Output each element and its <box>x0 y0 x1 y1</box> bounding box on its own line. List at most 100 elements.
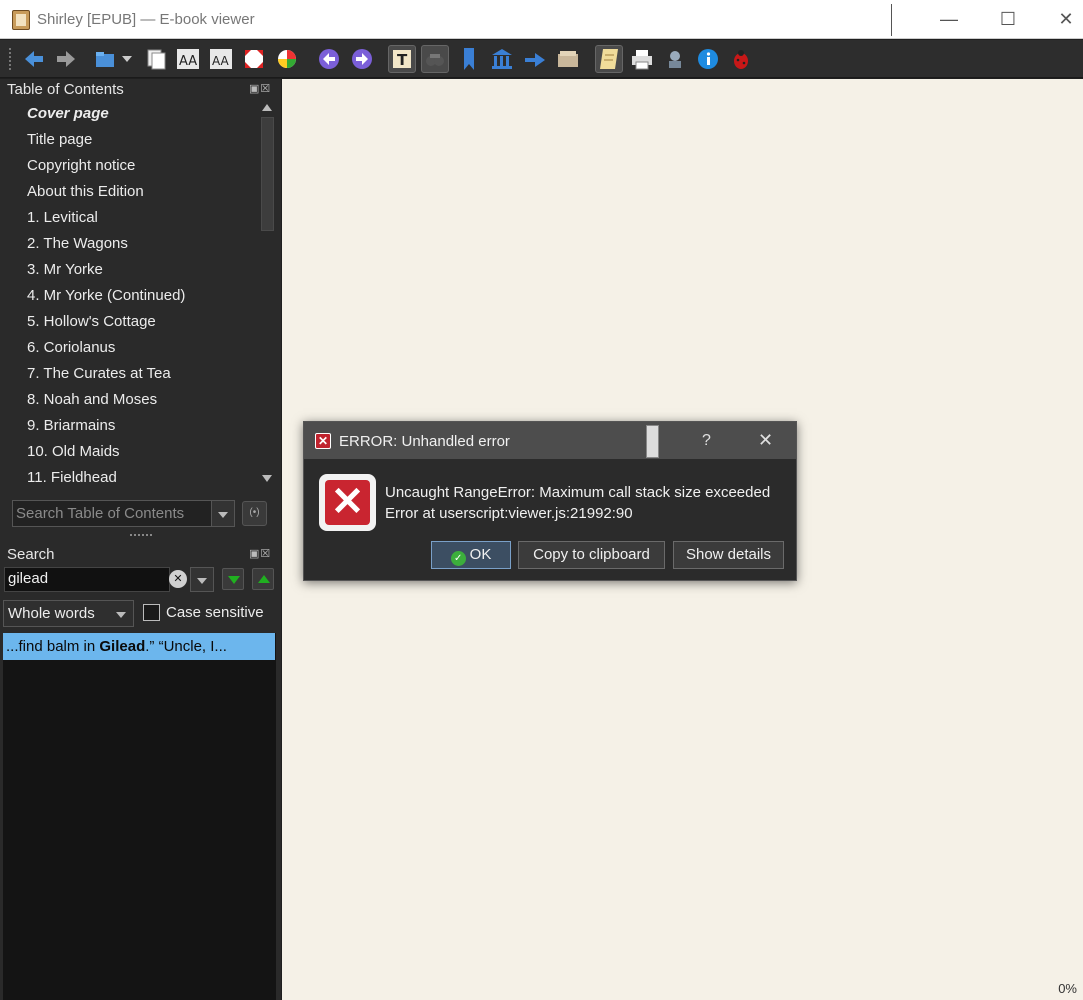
info-icon <box>698 49 718 69</box>
dialog-title-bar: ✕ ERROR: Unhandled error ? ✕ <box>304 422 796 459</box>
find-previous-button[interactable] <box>252 568 274 590</box>
open-icon <box>96 52 114 67</box>
metadata-button[interactable] <box>554 45 582 73</box>
toc-item[interactable]: About this Edition <box>27 183 144 200</box>
font-smaller-button[interactable]: AA <box>207 45 235 73</box>
pane-splitter[interactable] <box>130 534 152 538</box>
toc-pane-controls[interactable]: ▣☒ <box>249 82 271 96</box>
case-sensitive-label[interactable]: Case sensitive <box>166 604 264 621</box>
copy-icon <box>147 49 166 70</box>
toc-item[interactable]: Copyright notice <box>27 157 135 174</box>
help-button[interactable]: ? <box>702 432 711 450</box>
lookup-icon <box>525 53 545 67</box>
toc-item[interactable]: 5. Hollow's Cottage <box>27 313 156 330</box>
scroll-thumb[interactable] <box>261 117 274 231</box>
case-sensitive-checkbox[interactable] <box>143 604 160 621</box>
back-button[interactable] <box>20 45 48 73</box>
settings-icon <box>669 51 681 68</box>
toc-search-input[interactable]: Search Table of Contents <box>12 500 222 527</box>
forward-button[interactable] <box>52 45 80 73</box>
previous-page-button[interactable] <box>315 45 343 73</box>
preferences-button[interactable] <box>273 45 301 73</box>
debug-button[interactable] <box>727 45 755 73</box>
dialog-close-button[interactable]: ✕ <box>758 430 773 451</box>
font-larger-button[interactable]: AA <box>174 45 202 73</box>
toc-item[interactable]: 6. Coriolanus <box>27 339 115 356</box>
fullscreen-icon <box>245 50 263 68</box>
toc-search-dropdown[interactable] <box>211 500 235 527</box>
toc-item[interactable]: 11. Fieldhead <box>27 469 117 486</box>
error-dialog: ✕ ERROR: Unhandled error ? ✕ ✕ Uncaught … <box>303 421 797 581</box>
toc-item[interactable]: 3. Mr Yorke <box>27 261 103 278</box>
text-cursor-icon <box>891 4 903 36</box>
scroll-down-icon[interactable] <box>262 475 272 482</box>
toc-item[interactable]: 1. Levitical <box>27 209 98 226</box>
result-prefix: ...find balm in <box>6 638 100 655</box>
window-title: Shirley [EPUB] — E-book viewer <box>37 11 255 28</box>
maximize-button[interactable]: ☐ <box>979 0 1037 39</box>
print-button[interactable] <box>628 45 656 73</box>
info-button[interactable] <box>694 45 722 73</box>
search-pane-controls[interactable]: ▣☒ <box>249 547 271 561</box>
lookup-button[interactable] <box>521 45 549 73</box>
toc-item[interactable]: 10. Old Maids <box>27 443 120 460</box>
result-match: Gilead <box>99 638 146 655</box>
check-icon: ✓ <box>450 551 466 566</box>
forward-icon <box>57 51 75 67</box>
search-input[interactable]: gilead <box>4 567 170 592</box>
print-icon <box>632 50 652 70</box>
ladybug-icon <box>734 50 748 69</box>
reference-mode-button[interactable] <box>421 45 449 73</box>
clear-icon[interactable]: ✕ <box>169 570 187 588</box>
toc-item[interactable]: 8. Noah and Moses <box>27 391 157 408</box>
search-result[interactable]: ...find balm in Gilead.” “Uncle, I... <box>3 633 275 660</box>
toc-item[interactable]: 9. Briarmains <box>27 417 115 434</box>
error-icon: ✕ <box>319 474 376 531</box>
app-book-icon <box>12 10 30 30</box>
toc-scrollbar[interactable] <box>259 100 276 486</box>
title-bar: Shirley [EPUB] — E-book viewer — ☐ ✕ <box>0 0 1083 39</box>
bookmarks-button[interactable] <box>455 45 483 73</box>
preferences-icon <box>278 50 296 68</box>
toc-icon: T <box>393 50 411 69</box>
copy-to-clipboard-button[interactable]: Copy to clipboard <box>518 541 665 569</box>
metadata-icon <box>558 51 578 67</box>
svg-text:AA: AA <box>179 54 197 69</box>
toc-item[interactable]: 2. The Wagons <box>27 235 128 252</box>
chevron-down-icon <box>122 56 132 62</box>
result-suffix: .” “Uncle, I... <box>145 638 227 655</box>
inspector-button[interactable] <box>595 45 623 73</box>
svg-text:AA: AA <box>212 54 230 68</box>
toc-item[interactable]: Cover page <box>27 105 109 122</box>
ok-button[interactable]: ✓ OK <box>431 541 511 569</box>
toc-item[interactable]: 4. Mr Yorke (Continued) <box>27 287 185 304</box>
open-dropdown[interactable] <box>118 45 136 73</box>
minimize-button[interactable]: — <box>920 0 978 39</box>
copy-button[interactable] <box>142 45 170 73</box>
show-details-button[interactable]: Show details <box>673 541 784 569</box>
previous-page-icon <box>319 49 339 69</box>
search-results: ...find balm in Gilead.” “Uncle, I... <box>3 633 276 1000</box>
font-size-smaller-icon: AA <box>210 49 232 69</box>
search-mode-select[interactable]: Whole words <box>3 600 134 627</box>
close-window-button[interactable]: ✕ <box>1037 0 1083 39</box>
next-page-button[interactable] <box>348 45 376 73</box>
toc-button[interactable]: T <box>388 45 416 73</box>
toolbar-grip[interactable] <box>9 48 13 70</box>
error-location: Error at userscript:viewer.js:21992:90 <box>385 505 633 522</box>
error-small-icon: ✕ <box>315 433 331 449</box>
back-icon <box>25 51 43 67</box>
settings-button[interactable] <box>661 45 689 73</box>
library-button[interactable] <box>488 45 516 73</box>
toc-item[interactable]: Title page <box>27 131 92 148</box>
scroll-up-icon[interactable] <box>262 104 272 111</box>
font-size-larger-icon: AA <box>177 49 199 69</box>
open-button[interactable] <box>92 45 120 73</box>
bookmark-icon <box>464 48 474 70</box>
find-next-button[interactable] <box>222 568 244 590</box>
search-history-dropdown[interactable] <box>190 567 214 592</box>
toc-search-button[interactable]: (•) <box>242 501 267 526</box>
toc-item[interactable]: 7. The Curates at Tea <box>27 365 171 382</box>
resize-grip[interactable] <box>646 425 659 458</box>
fullscreen-button[interactable] <box>240 45 268 73</box>
